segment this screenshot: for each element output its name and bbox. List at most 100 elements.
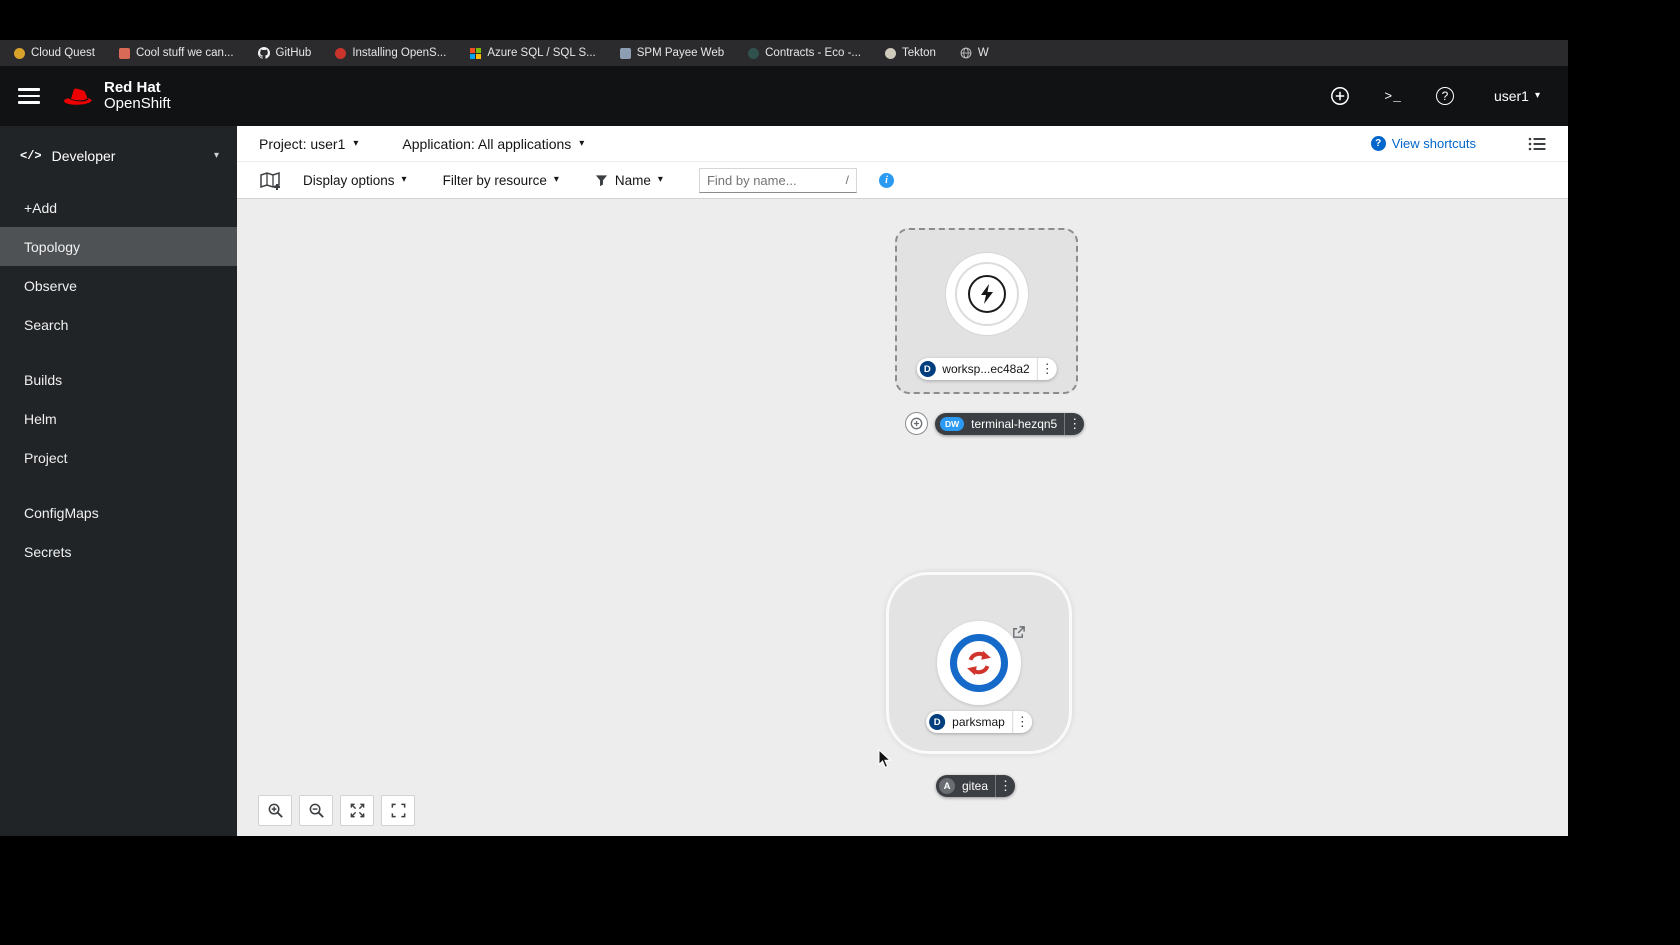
- question-circle-icon: ?: [1370, 136, 1386, 151]
- kebab-menu-icon[interactable]: ⋮: [1065, 416, 1084, 432]
- list-view-icon[interactable]: [1528, 136, 1546, 152]
- parksmap-node-name: parksmap: [952, 715, 1005, 729]
- brand-openshift: OpenShift: [104, 95, 171, 112]
- fit-to-screen-button[interactable]: [340, 795, 374, 826]
- parksmap-node-label[interactable]: D parksmap ⋮: [926, 711, 1032, 733]
- bookmark-label: SPM Payee Web: [636, 47, 725, 59]
- deployment-badge: D: [919, 361, 936, 377]
- deployment-badge: D: [929, 714, 946, 730]
- bookmark-label: W: [977, 47, 989, 59]
- bookmark-w[interactable]: W: [960, 47, 989, 59]
- chevron-down-icon: ▾: [213, 150, 219, 161]
- zoom-in-button[interactable]: [258, 795, 292, 826]
- bookmarks-bar: Cloud Quest Cool stuff we can... GitHub …: [0, 40, 1568, 66]
- slash-shortcut-hint: /: [845, 173, 849, 187]
- bookmark-cloud-quest[interactable]: Cloud Quest: [14, 47, 95, 59]
- parksmap-application-group[interactable]: D parksmap ⋮: [886, 572, 1072, 754]
- redhat-hat-icon: [62, 83, 96, 109]
- help-icon[interactable]: ?: [1435, 87, 1454, 105]
- perspective-label: Developer: [51, 148, 116, 164]
- workspace-ring: [954, 262, 1019, 326]
- sidebar-item-builds[interactable]: Builds: [0, 360, 237, 399]
- external-link-icon[interactable]: [1011, 625, 1026, 640]
- kebab-menu-icon[interactable]: ⋮: [1038, 361, 1057, 377]
- filter-funnel-icon: [595, 174, 608, 187]
- hamburger-menu-icon[interactable]: [18, 88, 40, 104]
- bookmark-azure-sql[interactable]: Azure SQL / SQL S...: [470, 47, 596, 59]
- parksmap-node-circle[interactable]: [937, 621, 1021, 705]
- sidebar-item-topology[interactable]: Topology: [0, 227, 237, 266]
- bookmark-tekton[interactable]: Tekton: [884, 47, 936, 59]
- nav-group-build: Builds Helm Project: [0, 360, 237, 477]
- main-content: Project: user1 ▾ Application: All applic…: [237, 126, 1568, 836]
- info-icon[interactable]: i: [878, 172, 894, 188]
- masthead: Red Hat OpenShift >_ ? user1 ▾: [0, 66, 1568, 126]
- bookmark-spm-payee[interactable]: SPM Payee Web: [619, 47, 725, 59]
- nav-group-main: +Add Topology Observe Search: [0, 188, 237, 344]
- brand-redhat: Red Hat: [104, 79, 161, 96]
- zoom-out-button[interactable]: [299, 795, 333, 826]
- display-options-dropdown[interactable]: Display options ▾: [303, 173, 407, 188]
- export-application-icon[interactable]: [259, 171, 281, 190]
- application-badge: A: [939, 778, 955, 794]
- workspace-node-label[interactable]: D worksp...ec48a2 ⋮: [916, 358, 1057, 380]
- bookmark-github[interactable]: GitHub: [257, 47, 311, 59]
- sidebar-item-observe[interactable]: Observe: [0, 266, 237, 305]
- tekton-favicon: [884, 47, 896, 59]
- sidebar-nav: </> Developer ▾ +Add Topology Observe Se…: [0, 126, 237, 836]
- chevron-down-icon: ▾: [579, 137, 585, 149]
- project-switcher[interactable]: Project: user1 ▾: [259, 136, 358, 152]
- filter-by-resource-label: Filter by resource: [442, 172, 547, 188]
- bookmark-label: Azure SQL / SQL S...: [487, 47, 596, 59]
- kebab-menu-icon[interactable]: ⋮: [1013, 714, 1032, 730]
- context-bar: Project: user1 ▾ Application: All applic…: [237, 126, 1568, 162]
- web-terminal-icon[interactable]: >_: [1384, 89, 1402, 104]
- bookmark-label: Contracts - Eco -...: [765, 47, 861, 59]
- chevron-down-icon: ▾: [401, 174, 407, 185]
- lightning-bolt-icon: [967, 275, 1006, 313]
- workspace-deployment-node[interactable]: D worksp...ec48a2 ⋮: [895, 228, 1078, 394]
- chevron-down-icon: ▾: [553, 174, 559, 185]
- find-by-name-wrapper: /: [698, 167, 857, 193]
- fullscreen-button[interactable]: [381, 795, 415, 826]
- sidebar-item-project[interactable]: Project: [0, 438, 237, 477]
- bookmark-cool-stuff[interactable]: Cool stuff we can...: [118, 47, 234, 59]
- sidebar-item-helm[interactable]: Helm: [0, 399, 237, 438]
- dark-favicon: [748, 47, 760, 59]
- mouse-cursor: [878, 749, 891, 769]
- kebab-menu-icon[interactable]: ⋮: [996, 778, 1015, 794]
- view-shortcuts-link[interactable]: ? View shortcuts: [1370, 136, 1476, 151]
- perspective-switcher[interactable]: </> Developer ▾: [0, 140, 237, 172]
- filter-by-resource-dropdown[interactable]: Filter by resource ▾: [443, 173, 559, 188]
- add-circle-icon[interactable]: [1330, 86, 1350, 106]
- user-menu[interactable]: user1 ▾: [1494, 88, 1540, 104]
- devworkspace-decorator-icon[interactable]: [905, 412, 928, 435]
- bookmark-contracts[interactable]: Contracts - Eco -...: [748, 47, 861, 59]
- nav-group-config: ConfigMaps Secrets: [0, 493, 237, 571]
- sidebar-item-add[interactable]: +Add: [0, 188, 237, 227]
- gitea-application-label[interactable]: A gitea ⋮: [936, 775, 1016, 797]
- chevron-down-icon: ▾: [1534, 90, 1540, 101]
- terminal-devworkspace-row: DW terminal-hezqn5 ⋮: [905, 412, 1085, 435]
- sidebar-item-configmaps[interactable]: ConfigMaps: [0, 493, 237, 532]
- brand-text: Red Hat OpenShift: [104, 80, 171, 112]
- name-filter-dropdown[interactable]: Name ▾: [595, 173, 663, 188]
- bookmark-installing-openshift[interactable]: Installing OpenS...: [335, 47, 446, 59]
- page-favicon: [619, 47, 631, 59]
- parksmap-logo-icon: [950, 634, 1008, 692]
- topology-toolbar: Display options ▾ Filter by resource ▾ N…: [237, 162, 1568, 199]
- github-icon: [257, 47, 270, 59]
- find-by-name-input[interactable]: [706, 172, 842, 188]
- sidebar-item-secrets[interactable]: Secrets: [0, 532, 237, 571]
- terminal-node-label[interactable]: DW terminal-hezqn5 ⋮: [935, 412, 1085, 435]
- developer-code-icon: </>: [20, 149, 42, 163]
- canvas-controls: [258, 795, 415, 826]
- topology-canvas[interactable]: D worksp...ec48a2 ⋮ DW terminal-hezqn5 ⋮…: [237, 199, 1568, 836]
- bookmark-label: Cool stuff we can...: [135, 47, 234, 59]
- sidebar-item-search[interactable]: Search: [0, 305, 237, 344]
- terminal-node-name: terminal-hezqn5: [971, 416, 1058, 431]
- bookmark-label: Tekton: [901, 47, 936, 59]
- application-switcher[interactable]: Application: All applications ▾: [402, 136, 584, 152]
- workspace-node-circle[interactable]: [944, 252, 1029, 336]
- name-filter-label: Name: [614, 172, 651, 188]
